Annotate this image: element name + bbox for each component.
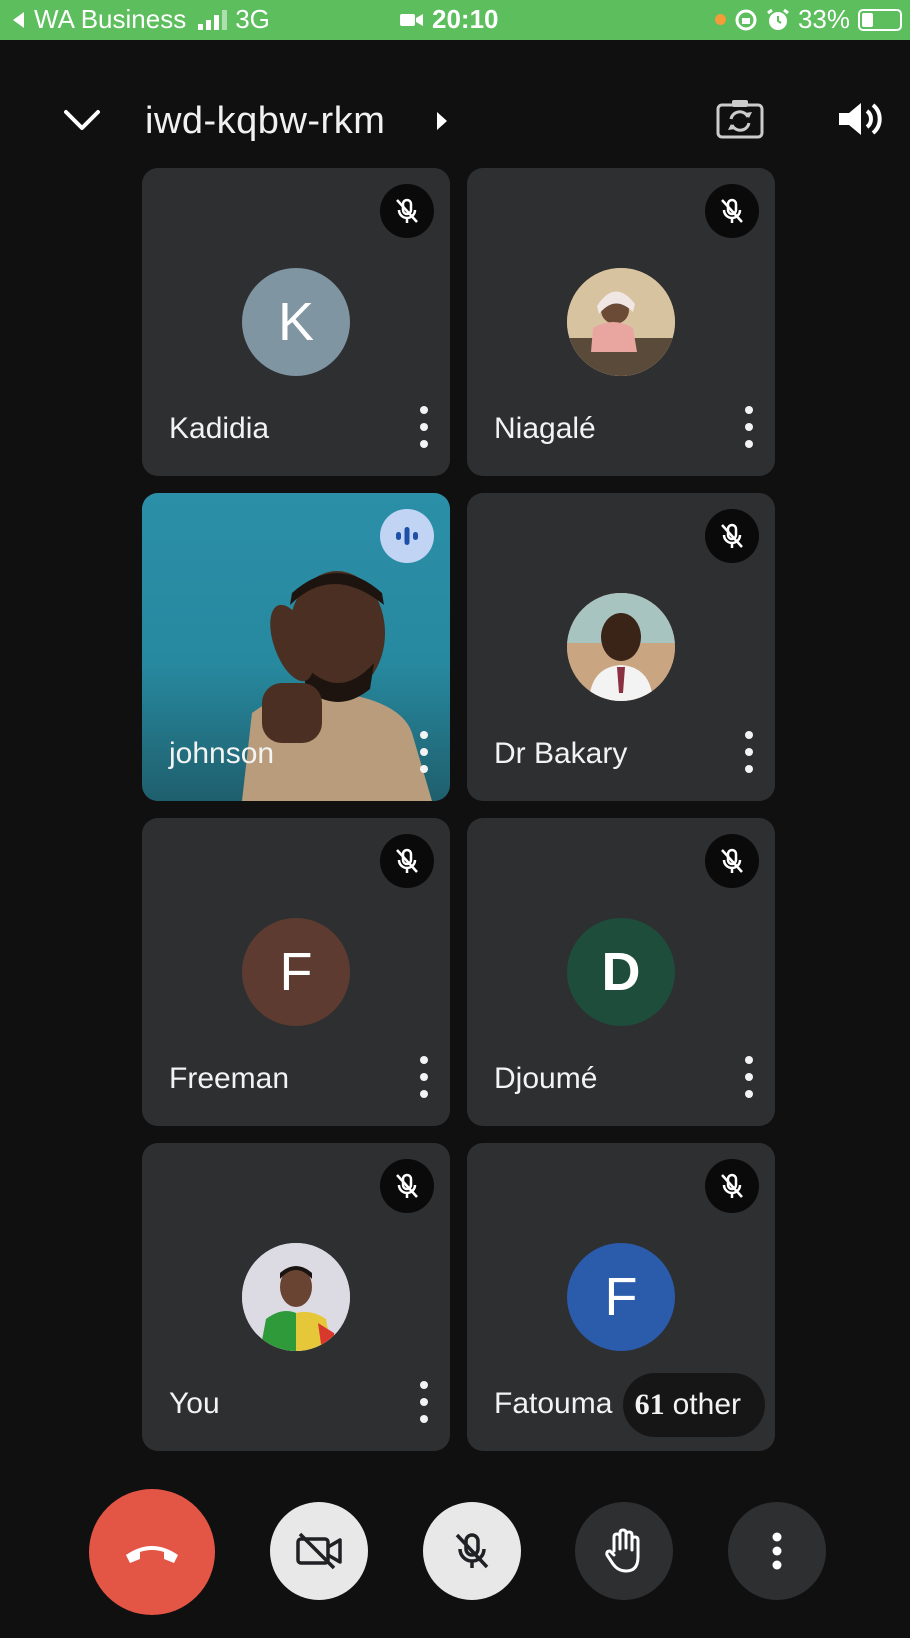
more-options-icon[interactable] xyxy=(416,731,432,773)
status-bar: WA Business 3G 20:10 33% xyxy=(0,0,910,40)
participant-name: johnson xyxy=(169,737,275,770)
mic-off-icon xyxy=(380,1159,434,1213)
raise-hand-button[interactable] xyxy=(575,1502,673,1600)
more-options-icon[interactable] xyxy=(741,406,757,448)
self-tile[interactable]: You xyxy=(142,1143,450,1451)
mic-off-icon xyxy=(705,1159,759,1213)
more-options-icon[interactable] xyxy=(416,406,432,448)
participant-tile[interactable]: Dr Bakary xyxy=(467,493,775,801)
profile-photo xyxy=(567,593,675,701)
status-bar-left: WA Business 3G xyxy=(10,4,270,35)
more-vert-icon xyxy=(772,1532,782,1570)
signal-icon xyxy=(198,9,228,30)
mic-off-icon xyxy=(705,509,759,563)
participant-name: Dr Bakary xyxy=(494,737,628,770)
mic-toggle-button[interactable] xyxy=(423,1502,521,1600)
mic-off-icon xyxy=(380,834,434,888)
status-bar-right: 33% xyxy=(714,4,902,35)
more-options-icon[interactable] xyxy=(741,731,757,773)
participant-name: Niagalé xyxy=(494,412,596,445)
participant-name: Kadidia xyxy=(169,412,270,445)
participant-video-tile[interactable]: johnson xyxy=(142,493,450,801)
mic-off-icon xyxy=(705,184,759,238)
participant-tile[interactable]: D Djoumé xyxy=(467,818,775,1126)
participant-tile[interactable]: K Kadidia xyxy=(142,168,450,476)
alarm-icon xyxy=(767,8,789,30)
mic-off-icon xyxy=(705,834,759,888)
others-count: 61 xyxy=(634,1388,665,1421)
profile-photo xyxy=(567,268,675,376)
clock: 20:10 xyxy=(432,4,499,34)
network-type: 3G xyxy=(235,4,270,34)
mic-off-icon xyxy=(380,184,434,238)
more-options-icon[interactable] xyxy=(416,1056,432,1098)
mic-in-use-indicator-icon xyxy=(714,14,726,25)
battery-icon xyxy=(858,8,902,31)
others-label: other xyxy=(672,1388,741,1421)
end-call-button[interactable] xyxy=(89,1489,215,1615)
call-header: iwd-kqbw-rkm xyxy=(0,80,910,160)
back-arrow-icon[interactable] xyxy=(10,10,26,30)
avatar: F xyxy=(567,1243,675,1351)
avatar: K xyxy=(242,268,350,376)
chevron-down-icon[interactable] xyxy=(60,102,104,138)
more-options-icon[interactable] xyxy=(416,1381,432,1423)
rotation-lock-icon xyxy=(735,9,757,30)
video-off-icon xyxy=(296,1532,342,1570)
camera-toggle-button[interactable] xyxy=(270,1502,368,1600)
hand-icon xyxy=(605,1528,640,1573)
participant-name: Djoumé xyxy=(494,1062,598,1095)
others-count-pill[interactable]: 61 other xyxy=(622,1373,765,1437)
more-options-icon[interactable] xyxy=(741,1056,757,1098)
more-options-button[interactable] xyxy=(728,1502,826,1600)
status-bar-center: 20:10 xyxy=(400,4,499,35)
speaking-indicator-icon xyxy=(380,509,434,563)
avatar: F xyxy=(242,918,350,1026)
caret-right-icon[interactable] xyxy=(435,110,449,132)
switch-camera-icon[interactable] xyxy=(715,97,765,141)
back-app-label[interactable]: WA Business xyxy=(34,4,186,35)
participant-name: Fatouma xyxy=(494,1387,613,1420)
avatar: D xyxy=(567,918,675,1026)
meeting-code[interactable]: iwd-kqbw-rkm xyxy=(145,100,385,143)
participant-tile[interactable]: F Fatouma 61 other xyxy=(467,1143,775,1451)
participant-name: Freeman xyxy=(169,1062,290,1095)
speaker-icon[interactable] xyxy=(835,97,885,141)
mic-off-icon xyxy=(455,1533,489,1569)
battery-percent: 33% xyxy=(797,4,850,34)
hang-up-icon xyxy=(126,1546,178,1563)
video-recording-icon xyxy=(400,13,423,26)
participant-tile[interactable]: Niagalé xyxy=(467,168,775,476)
participant-name: You xyxy=(169,1387,220,1420)
profile-photo xyxy=(242,1243,350,1351)
participant-tile[interactable]: F Freeman xyxy=(142,818,450,1126)
